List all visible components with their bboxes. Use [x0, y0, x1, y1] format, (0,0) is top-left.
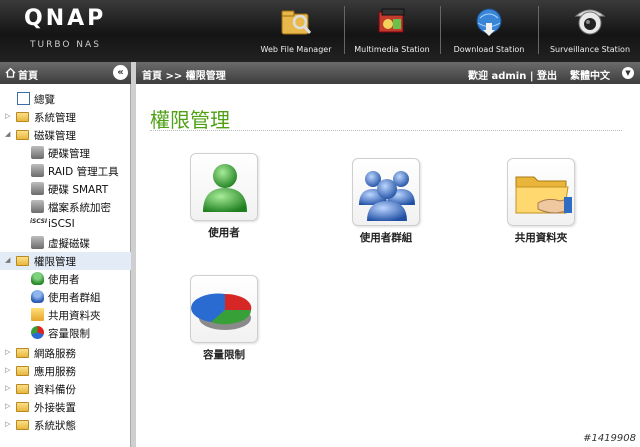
collapse-sidebar-button[interactable]: «: [113, 65, 128, 80]
qnap-logo: QNAP: [24, 6, 107, 31]
sidebar-item-network[interactable]: ▷ 網路服務: [0, 344, 131, 362]
expand-icon[interactable]: ▷: [5, 366, 10, 374]
expand-icon[interactable]: ▷: [5, 402, 10, 410]
home-icon: [5, 67, 16, 78]
expand-icon[interactable]: ▷: [5, 420, 10, 428]
header-separator: [538, 6, 539, 54]
overview-icon: [17, 92, 30, 105]
iscsi-icon: iSCSI: [30, 218, 48, 225]
sidebar-item-quota[interactable]: 容量限制: [0, 324, 131, 342]
expand-icon[interactable]: ▷: [5, 112, 10, 120]
sidebar-item-system-status[interactable]: ▷ 系統狀態: [0, 416, 131, 434]
header-separator: [440, 6, 441, 54]
sidebar-item-system[interactable]: ▷ 系統管理: [0, 108, 131, 126]
sidebar-item-shared-folders[interactable]: 共用資料夾: [0, 306, 131, 324]
sidebar-item-user-groups[interactable]: 使用者群組: [0, 288, 131, 306]
surveillance-station-button[interactable]: Surveillance Station: [542, 0, 638, 62]
smart-icon: [31, 182, 44, 195]
folder-icon: [16, 384, 29, 394]
chevron-down-icon[interactable]: ▼: [622, 67, 634, 79]
sidebar-item-iscsi[interactable]: iSCSI iSCSI: [0, 216, 131, 234]
web-file-manager-button[interactable]: Web File Manager: [252, 0, 340, 62]
collapse-icon[interactable]: ◢: [5, 130, 10, 138]
encryption-icon: [31, 200, 44, 213]
tile-users[interactable]: 使用者: [174, 153, 274, 253]
tile-quota[interactable]: 容量限制: [174, 275, 274, 375]
sidebar-tree: 總覽 ▷ 系統管理 ◢ 磁碟管理 硬碟管理 RAID 管理工具 硬碟 SMART…: [0, 84, 131, 447]
logo-subtitle: TURBO NAS: [30, 40, 101, 50]
header-separator: [344, 6, 345, 54]
sidebar-title: 首頁: [18, 71, 38, 82]
sidebar-item-applications[interactable]: ▷ 應用服務: [0, 362, 131, 380]
surveillance-station-icon: [574, 9, 606, 35]
sidebar-header: 首頁 «: [0, 62, 131, 84]
main-panel: 權限管理 使用者 使用者群組 共用資料夾 容量限制: [136, 84, 640, 447]
user-icon: [203, 164, 247, 212]
shared-folder-icon: [31, 308, 44, 321]
tile-shared-folders[interactable]: 共用資料夾: [491, 158, 591, 258]
collapse-icon[interactable]: ◢: [5, 256, 10, 264]
expand-icon[interactable]: ▷: [5, 384, 10, 392]
sidebar-item-raid[interactable]: RAID 管理工具: [0, 162, 131, 180]
expand-icon[interactable]: ▷: [5, 348, 10, 356]
folder-open-icon: [16, 130, 29, 140]
language-select[interactable]: 繁體中文: [570, 67, 610, 82]
sidebar-item-smart[interactable]: 硬碟 SMART: [0, 180, 131, 198]
virtual-disk-icon: [31, 236, 44, 249]
top-bar: 首頁 >> 權限管理 歡迎 admin | 登出 繁體中文 ▼: [136, 62, 640, 84]
sidebar-item-encryption[interactable]: 檔案系統加密: [0, 198, 131, 216]
watermark: #1419908: [583, 433, 636, 444]
welcome-logout[interactable]: 歡迎 admin | 登出: [468, 67, 557, 82]
hard-disk-icon: [31, 146, 44, 159]
breadcrumb[interactable]: 首頁 >> 權限管理: [142, 67, 226, 82]
sidebar-item-privilege[interactable]: ◢ 權限管理: [0, 252, 131, 270]
sidebar-item-disk[interactable]: ◢ 磁碟管理: [0, 126, 131, 144]
page-title: 權限管理: [150, 108, 230, 132]
shared-folder-icon: [515, 176, 572, 214]
multimedia-station-icon: [378, 8, 405, 33]
quota-icon: [31, 326, 44, 339]
web-file-manager-icon: [281, 10, 312, 35]
folder-icon: [16, 112, 29, 122]
folder-icon: [16, 348, 29, 358]
folder-icon: [16, 420, 29, 430]
multimedia-station-button[interactable]: Multimedia Station: [348, 0, 436, 62]
sidebar-item-users[interactable]: 使用者: [0, 270, 131, 288]
tile-user-groups[interactable]: 使用者群組: [336, 158, 436, 258]
download-station-icon: [476, 8, 502, 36]
user-group-icon: [31, 290, 44, 303]
user-icon: [31, 272, 44, 285]
user-group-icon: [359, 171, 415, 221]
folder-icon: [16, 402, 29, 412]
sidebar-item-overview[interactable]: 總覽: [0, 90, 131, 108]
folder-icon: [16, 366, 29, 376]
sidebar-item-hdd[interactable]: 硬碟管理: [0, 144, 131, 162]
app-header: QNAP TURBO NAS Web File Manager Multimed…: [0, 0, 640, 62]
download-station-button[interactable]: Download Station: [444, 0, 534, 62]
title-divider: [150, 130, 622, 131]
quota-icon: [191, 293, 252, 330]
sidebar-item-backup[interactable]: ▷ 資料備份: [0, 380, 131, 398]
raid-tool-icon: [31, 164, 44, 177]
folder-open-icon: [16, 256, 29, 266]
sidebar-item-external-devices[interactable]: ▷ 外接裝置: [0, 398, 131, 416]
sidebar-item-virtual-disk[interactable]: 虛擬磁碟: [0, 234, 131, 252]
